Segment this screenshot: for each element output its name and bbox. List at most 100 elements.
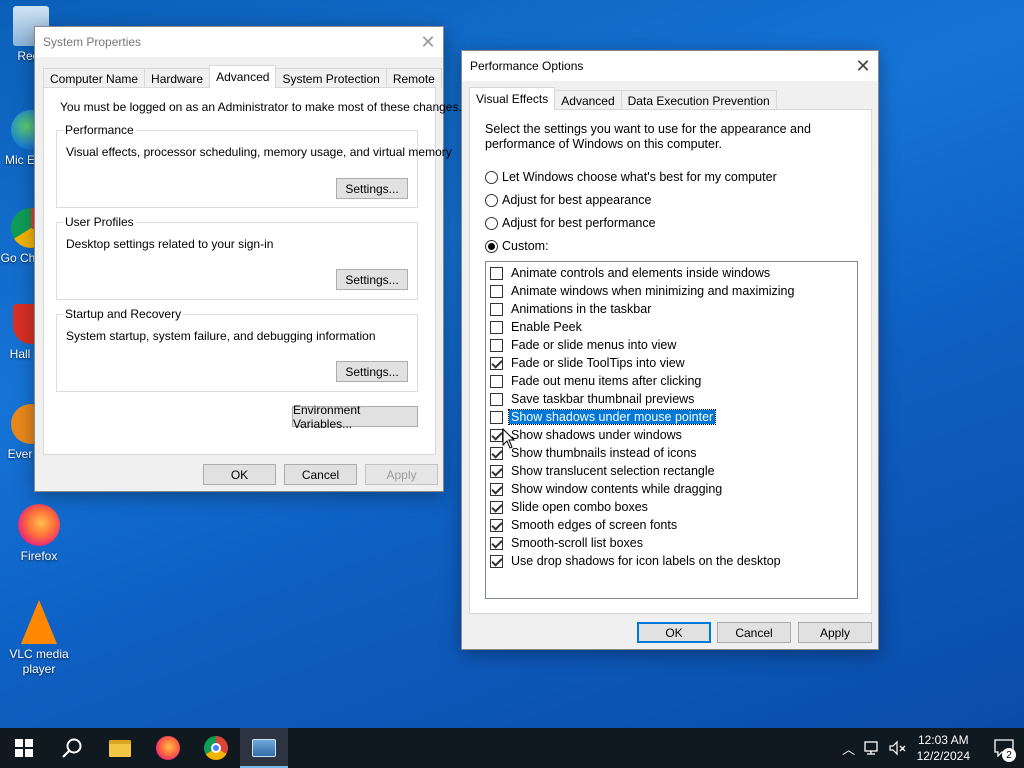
desktop-icon-firefox[interactable]: Firefox: [8, 504, 70, 564]
group-description: System startup, system failure, and debu…: [66, 329, 376, 343]
effect-label: Show window contents while dragging: [511, 482, 723, 496]
search-button[interactable]: [48, 728, 96, 768]
checkbox[interactable]: [490, 518, 503, 532]
effect-checkbox-row[interactable]: Fade or slide ToolTips into view: [490, 354, 687, 372]
window-titlebar[interactable]: System Properties: [35, 27, 443, 57]
user-profiles-settings-button[interactable]: Settings...: [336, 269, 408, 290]
effect-label: Enable Peek: [511, 320, 582, 334]
effect-label: Use drop shadows for icon labels on the …: [511, 554, 781, 568]
notification-count-badge: 2: [1002, 748, 1016, 762]
taskbar-chrome[interactable]: [192, 728, 240, 768]
firefox-icon: [156, 736, 180, 760]
radio-best-performance[interactable]: Adjust for best performance: [485, 216, 656, 230]
taskbar-system-properties[interactable]: [240, 728, 288, 768]
cancel-button[interactable]: Cancel: [284, 464, 357, 485]
checkbox[interactable]: [490, 392, 503, 406]
effect-checkbox-row[interactable]: Show thumbnails instead of icons: [490, 444, 699, 462]
checkbox[interactable]: [490, 536, 503, 550]
apply-button[interactable]: Apply: [365, 464, 438, 485]
effect-checkbox-row[interactable]: Show shadows under mouse pointer: [490, 408, 717, 426]
clock-date: 12/2/2024: [916, 749, 970, 763]
system-computer-icon: [252, 739, 276, 757]
tab-data-execution-prevention[interactable]: Data Execution Prevention: [620, 90, 777, 110]
effect-label: Show translucent selection rectangle: [511, 464, 715, 478]
effect-checkbox-row[interactable]: Animations in the taskbar: [490, 300, 653, 318]
cancel-button[interactable]: Cancel: [717, 622, 791, 643]
tab-hardware[interactable]: Hardware: [144, 68, 211, 88]
taskbar: ︿ 12:03 AM 12/2/2024 2: [0, 728, 1024, 768]
radio-best-appearance[interactable]: Adjust for best appearance: [485, 193, 651, 207]
environment-variables-button[interactable]: Environment Variables...: [292, 403, 418, 431]
visual-effects-list[interactable]: Animate controls and elements inside win…: [485, 261, 858, 599]
search-icon: [62, 738, 82, 758]
effect-checkbox-row[interactable]: Smooth edges of screen fonts: [490, 516, 679, 534]
mouse-pointer-icon: [502, 428, 516, 449]
effect-checkbox-row[interactable]: Save taskbar thumbnail previews: [490, 390, 696, 408]
radio-button[interactable]: [485, 239, 498, 253]
desktop-icon-label: Firefox: [20, 549, 58, 563]
startup-recovery-settings-button[interactable]: Settings...: [336, 361, 408, 382]
radio-let-windows-choose[interactable]: Let Windows choose what's best for my co…: [485, 170, 777, 184]
effect-checkbox-row[interactable]: Animate windows when minimizing and maxi…: [490, 282, 796, 300]
effect-checkbox-row[interactable]: Fade or slide menus into view: [490, 336, 678, 354]
tab-computer-name[interactable]: Computer Name: [43, 68, 146, 88]
chevron-up-icon[interactable]: ︿: [839, 739, 859, 758]
volume-muted-icon[interactable]: [888, 740, 908, 756]
radio-button[interactable]: [485, 170, 498, 184]
close-icon[interactable]: ✕: [413, 27, 443, 57]
effect-checkbox-row[interactable]: Fade out menu items after clicking: [490, 372, 703, 390]
checkbox[interactable]: [490, 482, 503, 496]
desktop-icon-vlc[interactable]: VLC media player: [8, 600, 70, 677]
checkbox[interactable]: [490, 266, 503, 280]
tab-remote[interactable]: Remote: [385, 68, 442, 88]
radio-button[interactable]: [485, 193, 498, 207]
tab-visual-effects[interactable]: Visual Effects: [469, 87, 556, 110]
startup-recovery-group: Startup and Recovery System startup, sys…: [56, 307, 418, 392]
effect-checkbox-row[interactable]: Slide open combo boxes: [490, 498, 650, 516]
effect-checkbox-row[interactable]: Show translucent selection rectangle: [490, 462, 717, 480]
start-button[interactable]: [0, 728, 48, 768]
effect-checkbox-row[interactable]: Enable Peek: [490, 318, 584, 336]
radio-button[interactable]: [485, 216, 498, 230]
performance-group: Performance Visual effects, processor sc…: [56, 123, 452, 208]
firefox-icon: [18, 504, 60, 546]
tab-advanced[interactable]: Advanced: [554, 90, 622, 110]
checkbox[interactable]: [490, 338, 503, 352]
clock[interactable]: 12:03 AM 12/2/2024: [917, 732, 970, 764]
checkbox[interactable]: [490, 410, 503, 424]
radio-custom[interactable]: Custom:: [485, 239, 549, 253]
apply-button[interactable]: Apply: [798, 622, 872, 643]
effect-checkbox-row[interactable]: Smooth-scroll list boxes: [490, 534, 645, 552]
checkbox[interactable]: [490, 302, 503, 316]
checkbox[interactable]: [490, 284, 503, 298]
admin-notice: You must be logged on as an Administrato…: [60, 100, 462, 114]
checkbox[interactable]: [490, 554, 503, 568]
effect-label: Slide open combo boxes: [511, 500, 648, 514]
notification-center-button[interactable]: 2: [984, 728, 1024, 768]
effect-label: Fade or slide ToolTips into view: [511, 356, 685, 370]
performance-settings-button[interactable]: Settings...: [336, 178, 408, 199]
checkbox[interactable]: [490, 374, 503, 388]
checkbox[interactable]: [490, 356, 503, 370]
effect-checkbox-row[interactable]: Show shadows under windows: [490, 426, 684, 444]
checkbox[interactable]: [490, 464, 503, 478]
system-tray: ︿ 12:03 AM 12/2/2024 2: [839, 728, 1024, 768]
effect-checkbox-row[interactable]: Use drop shadows for icon labels on the …: [490, 552, 783, 570]
clock-time: 12:03 AM: [917, 733, 969, 747]
checkbox[interactable]: [490, 500, 503, 514]
taskbar-firefox[interactable]: [144, 728, 192, 768]
network-icon[interactable]: [862, 740, 882, 756]
tab-advanced[interactable]: Advanced: [209, 65, 277, 88]
advanced-tab-panel: You must be logged on as an Administrato…: [43, 87, 462, 455]
close-icon[interactable]: ✕: [848, 51, 878, 81]
ok-button[interactable]: OK: [637, 622, 711, 643]
taskbar-file-explorer[interactable]: [96, 728, 144, 768]
tab-system-protection[interactable]: System Protection: [275, 68, 387, 88]
group-title: Performance: [63, 123, 136, 137]
effect-checkbox-row[interactable]: Animate controls and elements inside win…: [490, 264, 772, 282]
ok-button[interactable]: OK: [203, 464, 276, 485]
effect-checkbox-row[interactable]: Show window contents while dragging: [490, 480, 724, 498]
window-titlebar[interactable]: Performance Options: [462, 51, 878, 81]
checkbox[interactable]: [490, 320, 503, 334]
chrome-icon: [204, 736, 228, 760]
